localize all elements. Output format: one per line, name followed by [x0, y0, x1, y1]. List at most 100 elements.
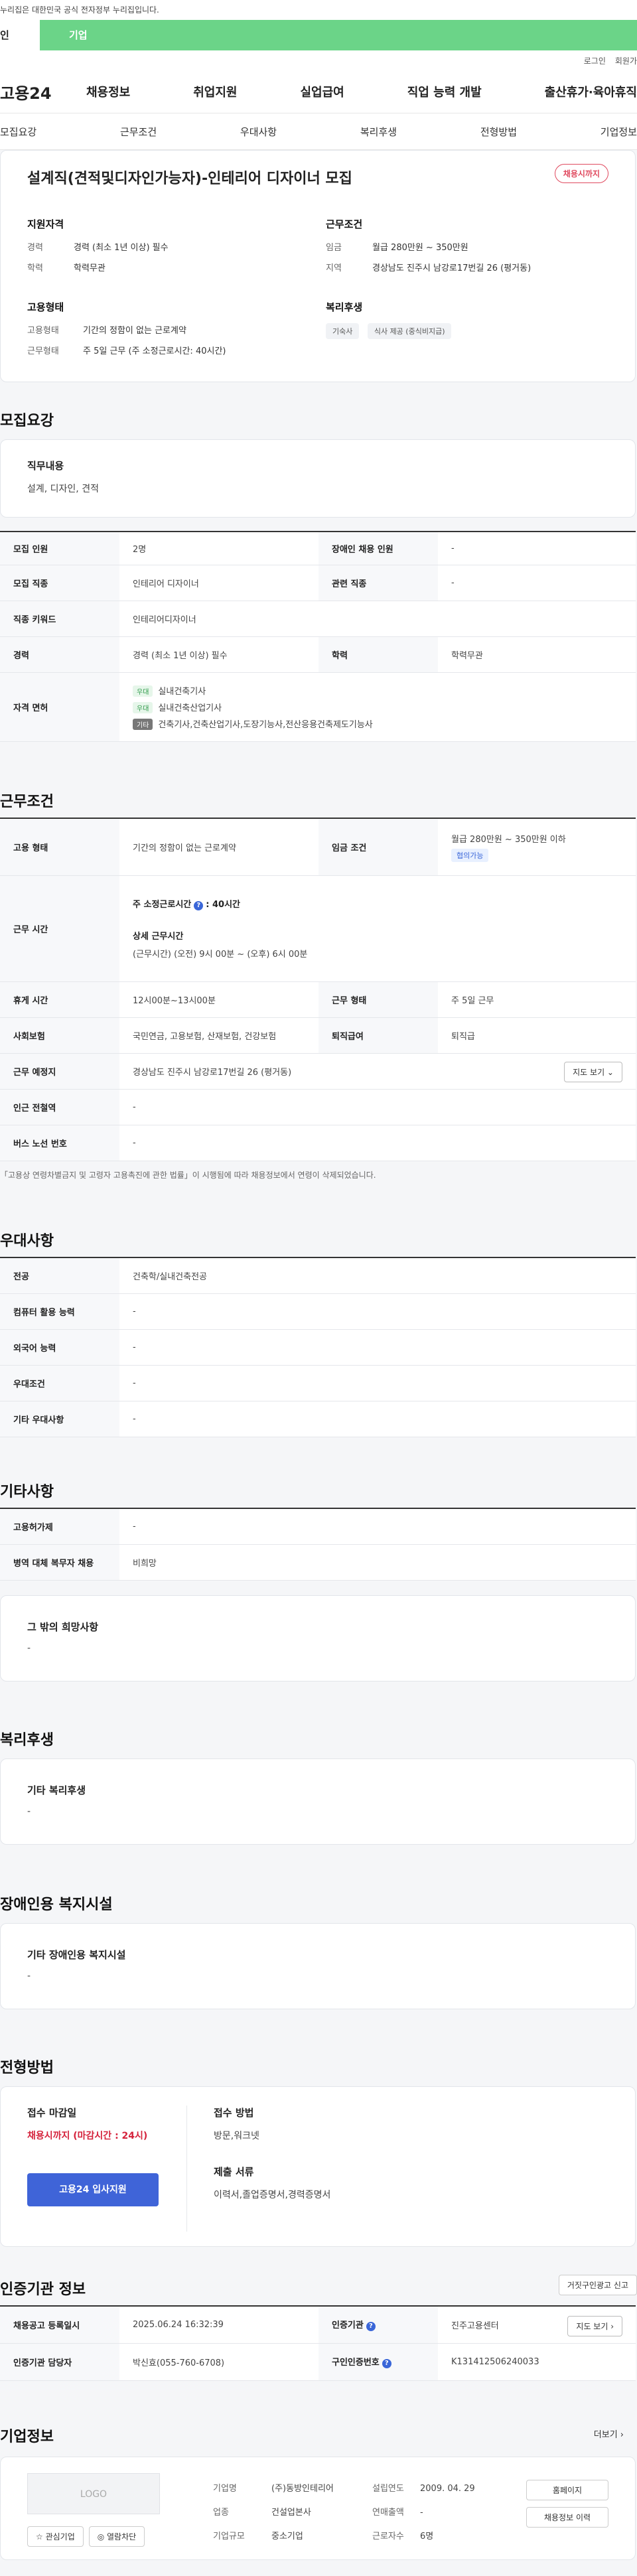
cell-header: 근무 시간 [0, 875, 119, 982]
sales-key: 연매출액 [372, 2508, 404, 2518]
cell-header: 장애인 채용 인원 [318, 532, 438, 565]
cell-header: 모집 인원 [0, 532, 119, 565]
nav-unemployment-benefit[interactable]: 실업급여 [301, 83, 344, 100]
signup-link[interactable]: 회원가 [615, 55, 637, 66]
cell-value: 학력무관 [438, 636, 636, 673]
facility-value: - [27, 1971, 31, 1981]
duty-label: 직무내용 [27, 460, 64, 472]
cell-value: 박신효(055-760-6708) [119, 2343, 318, 2381]
welfare-label: 기타 복리후생 [27, 1784, 86, 1796]
worktype-key: 근무형태 [27, 346, 59, 356]
license-tag: 기타 [133, 718, 153, 730]
section-company-title: 기업정보 [0, 2429, 54, 2445]
tab-welfare[interactable]: 복리후생 [360, 125, 397, 139]
license-name: 실내건축기사 [158, 686, 206, 697]
table-row: 사회보험 국민연금, 고용보험, 산재보험, 건강보험 퇴직급여 퇴직급 [0, 1017, 636, 1054]
favorite-company-button[interactable]: ☆ 관심기업 [27, 2526, 84, 2547]
info-icon[interactable]: ? [382, 2359, 391, 2368]
cell-header: 근무 형태 [318, 981, 438, 1018]
cell-header: 인근 전철역 [0, 1089, 119, 1125]
cell-value: - [438, 532, 636, 565]
misc-table: 고용허가제 - 병역 대체 복무자 채용 비희망 [0, 1508, 636, 1581]
nav-jobs[interactable]: 채용정보 [86, 83, 130, 100]
org-map-button[interactable]: 지도 보기 › [567, 2316, 622, 2336]
detail-hours-label: 상세 근무시간 [133, 932, 184, 942]
site-logo[interactable]: 고용24 [0, 80, 80, 104]
detail-hours-value: (근무시간) (오전) 9시 00분 ~ (오후) 6시 00분 [133, 950, 308, 960]
cell-header: 학력 [318, 636, 438, 673]
duty-value: 설계, 디자인, 견적 [27, 484, 99, 494]
section-welfare-title: 복리후생 [0, 1732, 54, 1749]
age-note: 「고용상 연령차별금지 및 고령자 고용촉진에 관한 법률」이 시행됨에 따라 … [0, 1171, 376, 1180]
tab-pref[interactable]: 우대사항 [240, 125, 277, 139]
report-button[interactable]: 거짓구인광고 신고 [558, 2275, 637, 2295]
homepage-button[interactable]: 홈페이지 [526, 2480, 608, 2500]
cell-value: - [119, 1401, 636, 1437]
cell-value: - [119, 1365, 636, 1401]
table-row: 외국어 능력 - [0, 1329, 636, 1366]
apply-button[interactable]: 고용24 입사지원 [27, 2173, 159, 2206]
worktype-value: 주 5일 근무 (주 소정근로시간: 40시간) [83, 346, 226, 356]
info-icon[interactable]: ? [366, 2322, 376, 2332]
tab-company[interactable]: 기업정보 [601, 125, 637, 139]
welfare-value: - [27, 1806, 31, 1817]
cell-value: 퇴직급 [438, 1017, 636, 1054]
tab-work[interactable]: 근무조건 [120, 125, 157, 139]
cell-header: 사회보험 [0, 1017, 119, 1054]
table-row: 근무 예정지 경상남도 진주시 남강로17번길 26 (평거동) 지도 보기 ⌄ [0, 1053, 636, 1090]
table-row: 컴퓨터 활용 능력 - [0, 1293, 636, 1330]
cell-value: 2명 [119, 532, 318, 565]
duty-box: 직무내용 설계, 디자인, 견적 [0, 439, 636, 518]
block-company-button[interactable]: ◎ 열람차단 [88, 2526, 145, 2547]
cell-value: K131412506240033 [438, 2343, 636, 2381]
nav-employment-support[interactable]: 취업지원 [193, 83, 237, 100]
hours-main-label: 주 소정근로시간 [133, 900, 192, 910]
year-value: 2009. 04. 29 [420, 2484, 475, 2494]
company-name-value: (주)동방인테리어 [271, 2484, 334, 2494]
license-name: 건축기사,건축산업기사,도장기능사,전산응용건축제도기능사 [158, 719, 373, 730]
cell-header: 구인인증번호? [318, 2343, 438, 2381]
method-value: 방문,워크넷 [214, 2131, 259, 2141]
section-facility-title: 장애인용 복지시설 [0, 1896, 113, 1913]
wage-value: 월급 280만원 ~ 350만원 이하 [451, 834, 566, 845]
cell-value: 월급 280만원 ~ 350만원 이하 협의가능 [438, 818, 636, 876]
gov-notice: 누리집은 대한민국 공식 전자정부 누리집입니다. [0, 0, 637, 20]
company-more-link[interactable]: 더보기 › [594, 2427, 624, 2440]
cell-header: 근무 예정지 [0, 1053, 119, 1090]
company-logo: LOGO [27, 2473, 160, 2514]
emptype-value: 기간의 정함이 없는 근로계약 [83, 326, 186, 336]
wish-label: 그 밖의 희망사항 [27, 1621, 99, 1633]
qual-title: 지원자격 [27, 218, 64, 230]
section-pref-title: 우대사항 [0, 1233, 54, 1250]
cell-value: 12시00분~13시00분 [119, 981, 318, 1018]
license-name: 실내건축산업기사 [158, 703, 222, 713]
area-value: 경상남도 진주시 남강로17번길 26 (평거동) [372, 263, 531, 273]
job-history-button[interactable]: 채용정보 이력 [526, 2507, 608, 2528]
size-key: 기업규모 [213, 2532, 245, 2541]
cell-value: 2025.06.24 16:32:39 [119, 2306, 318, 2344]
cell-header: 직종 키워드 [0, 601, 119, 637]
tab-recruit[interactable]: 모집요강 [0, 125, 36, 139]
table-row: 우대조건 - [0, 1365, 636, 1401]
cell-header: 자격 면허 [0, 672, 119, 742]
audience-tabs: 인 기업 [0, 20, 637, 50]
login-link[interactable]: 로그인 [584, 55, 606, 66]
tab-process[interactable]: 전형방법 [480, 125, 517, 139]
industry-key: 업종 [213, 2508, 229, 2518]
sales-value: - [420, 2508, 423, 2518]
company-card: LOGO ☆ 관심기업 ◎ 열람차단 기업명 (주)동방인테리어 업종 건설업본사 … [0, 2457, 636, 2560]
table-row: 고용 형태 기간의 정함이 없는 근로계약 임금 조건 월급 280만원 ~ 3… [0, 818, 636, 876]
nav-leave[interactable]: 출산휴가·육아휴직 [545, 83, 637, 100]
table-row: 병역 대체 복무자 채용 비희망 [0, 1544, 636, 1581]
tab-personal[interactable]: 인 [0, 20, 40, 50]
main-nav: 고용24 채용정보 취업지원 실업급여 직업 능력 개발 출산휴가·육아휴직 [0, 70, 637, 113]
size-value: 중소기업 [271, 2532, 303, 2541]
info-icon[interactable]: ? [194, 901, 204, 910]
tab-company[interactable]: 기업 [40, 20, 637, 50]
cell-value: - [438, 565, 636, 601]
nav-skills[interactable]: 직업 능력 개발 [407, 83, 482, 100]
map-button[interactable]: 지도 보기 ⌄ [564, 1061, 622, 1082]
table-row: 고용허가제 - [0, 1508, 636, 1545]
welfare-box: 기타 복리후생 - [0, 1758, 636, 1845]
cell-header: 전공 [0, 1257, 119, 1294]
